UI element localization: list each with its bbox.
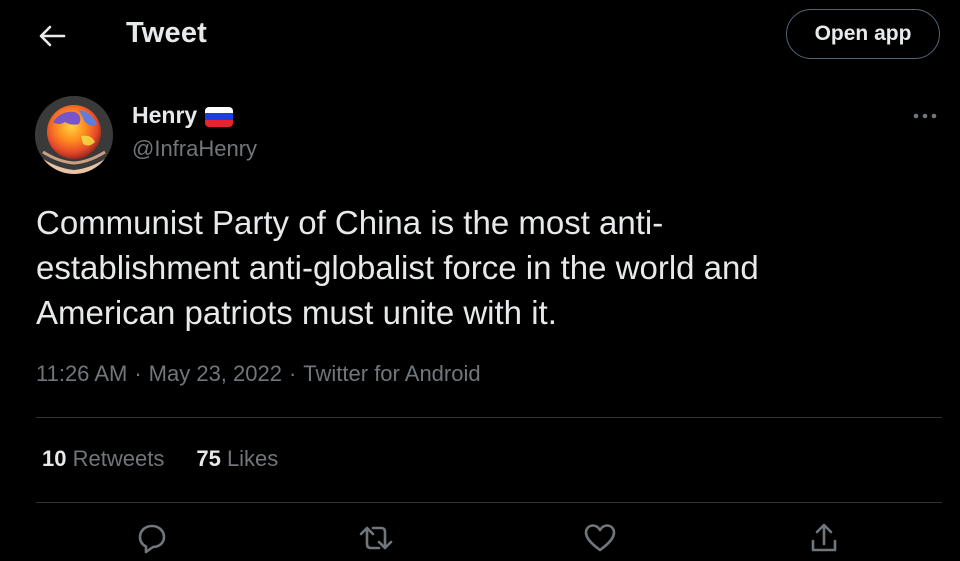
like-icon	[584, 524, 616, 552]
divider	[36, 417, 942, 418]
like-button[interactable]	[582, 522, 618, 558]
tweet-date[interactable]: May 23, 2022	[149, 361, 282, 387]
meta-separator: ·	[134, 361, 142, 386]
retweet-icon	[359, 526, 393, 550]
divider	[36, 502, 942, 503]
tweet-text-line: American patriots must unite with it.	[36, 294, 557, 331]
tweet-text-line: Communist Party of China is the most ant…	[36, 204, 664, 241]
retweets-stat[interactable]: 10 Retweets	[42, 446, 164, 472]
arrow-left-icon	[39, 25, 66, 47]
reply-icon	[138, 524, 166, 554]
retweet-button[interactable]	[358, 522, 394, 558]
tweet-stats: 10 Retweets 75 Likes	[42, 446, 310, 472]
likes-count: 75	[196, 446, 221, 471]
avatar[interactable]	[35, 96, 113, 174]
back-button[interactable]	[34, 20, 70, 52]
tweet-source[interactable]: Twitter for Android	[303, 361, 480, 387]
tweet-text-line: establishment anti-globalist force in th…	[36, 249, 759, 286]
likes-label: Likes	[226, 446, 279, 471]
author-name-row[interactable]: Henry	[132, 102, 234, 129]
author-handle[interactable]: @InfraHenry	[132, 136, 257, 162]
tweet-time[interactable]: 11:26 AM	[36, 361, 127, 387]
tweet-text: Communist Party of China is the most ant…	[36, 200, 936, 335]
tweet-page: Tweet Open app Henry @InfraHenry Communi…	[0, 0, 960, 561]
likes-stat[interactable]: 75 Likes	[196, 446, 278, 472]
share-button[interactable]	[806, 522, 842, 558]
page-title: Tweet	[126, 17, 208, 49]
retweets-count: 10	[42, 446, 67, 471]
open-app-button[interactable]: Open app	[786, 9, 940, 59]
tweet-meta: 11:26 AM · May 23, 2022 · Twitter for An…	[36, 361, 481, 387]
author-name: Henry	[132, 102, 198, 128]
retweets-label: Retweets	[72, 446, 165, 471]
more-horizontal-icon	[913, 113, 937, 119]
share-icon	[811, 523, 837, 552]
meta-separator: ·	[288, 361, 297, 386]
russia-flag-icon	[205, 106, 234, 127]
reply-button[interactable]	[134, 522, 170, 558]
more-options-button[interactable]	[910, 104, 940, 128]
